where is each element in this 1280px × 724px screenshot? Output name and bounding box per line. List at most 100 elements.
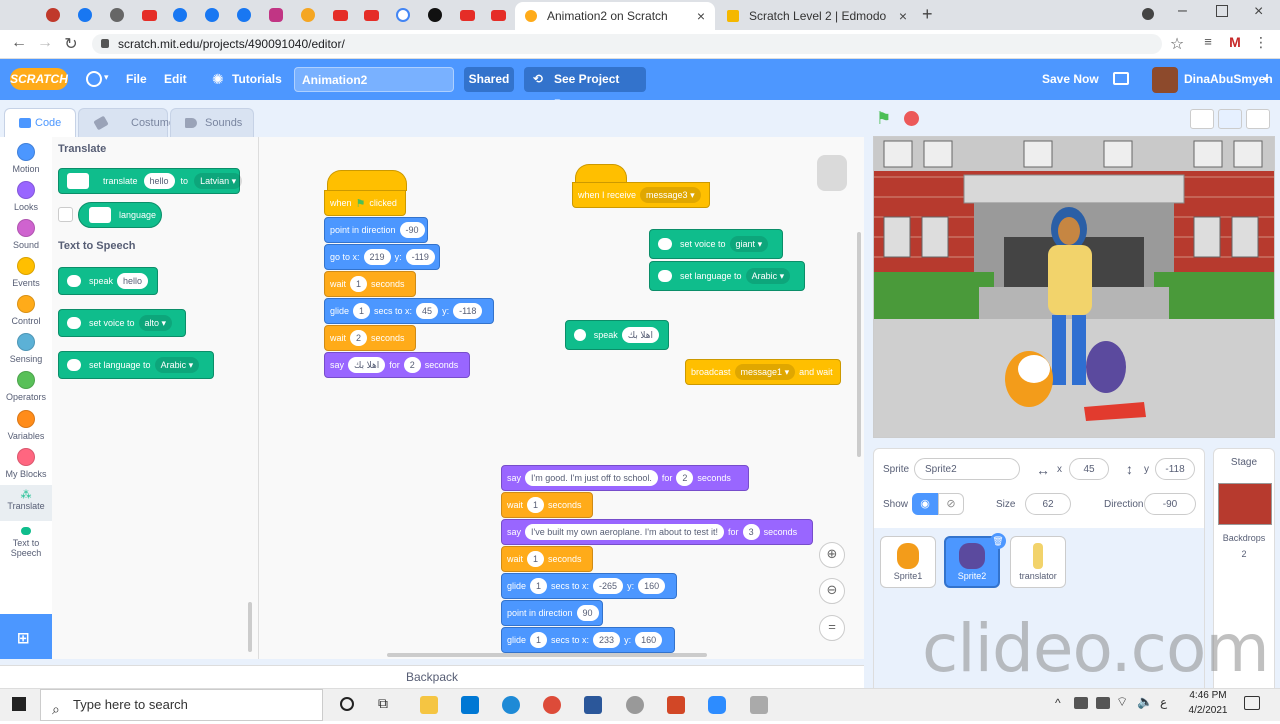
- block-number-input[interactable]: -119: [405, 249, 435, 265]
- block-number-input[interactable]: 233: [593, 632, 621, 648]
- cortana-icon[interactable]: [340, 697, 354, 711]
- menu-file[interactable]: File: [126, 59, 147, 100]
- scratch-logo[interactable]: SCRATCH: [10, 68, 68, 90]
- block-text-input[interactable]: اهلا بك: [348, 357, 386, 373]
- pinned-tab[interactable]: [42, 5, 64, 25]
- when-i-receive-block[interactable]: when I receive message3 ▾: [572, 182, 710, 208]
- category-variables[interactable]: Variables: [0, 410, 52, 441]
- workspace-vertical-scrollbar[interactable]: [857, 232, 861, 457]
- block-dropdown[interactable]: Arabic ▾: [745, 268, 791, 284]
- category-sensing[interactable]: Sensing: [0, 333, 52, 364]
- pinned-tab[interactable]: [424, 5, 446, 25]
- task-view-icon[interactable]: ⧉: [378, 695, 388, 712]
- category-control[interactable]: Control: [0, 295, 52, 326]
- paint-icon[interactable]: [750, 696, 768, 714]
- glide-block[interactable]: glide 1 secs to x: 45 y: -118: [324, 298, 494, 324]
- taskbar-search-input[interactable]: ⌕ Type here to search: [40, 689, 323, 721]
- block-number-input[interactable]: 1: [530, 578, 548, 594]
- back-icon[interactable]: ←: [8, 34, 30, 52]
- clock-date[interactable]: 4/2/2021: [1182, 705, 1234, 716]
- tray-app-icon[interactable]: [1074, 697, 1088, 709]
- block-number-input[interactable]: 90: [576, 605, 599, 621]
- block-number-input[interactable]: 3: [742, 524, 760, 540]
- block-text-input[interactable]: I've built my own aeroplane. I'm about t…: [525, 524, 725, 540]
- broadcast-and-wait-block[interactable]: broadcast message1 ▾ and wait: [685, 359, 841, 385]
- say-for-seconds-block[interactable]: say اهلا بك for 2 seconds: [324, 352, 470, 378]
- block-number-input[interactable]: 1: [350, 276, 368, 292]
- pinned-tab[interactable]: [329, 5, 351, 25]
- small-stage-icon[interactable]: [1190, 109, 1214, 129]
- block-number-input[interactable]: 2: [403, 357, 421, 373]
- pinned-tab[interactable]: [456, 5, 478, 25]
- zoom-out-icon[interactable]: ⊖: [819, 578, 845, 604]
- speak-block[interactable]: speak اهلا بك: [565, 320, 669, 350]
- add-extension-button[interactable]: ⊞: [0, 614, 52, 659]
- pinned-tab[interactable]: [106, 5, 128, 25]
- tab-edmodo[interactable]: Scratch Level 2 | Edmodo ×: [717, 2, 917, 30]
- point-in-direction-block[interactable]: point in direction 90: [501, 600, 603, 626]
- block-number-input[interactable]: 45: [416, 303, 439, 319]
- block-number-input[interactable]: -90: [399, 222, 425, 238]
- block-number-input[interactable]: 160: [635, 632, 663, 648]
- set-language-block[interactable]: set language to Arabic ▾: [649, 261, 805, 291]
- block-dropdown[interactable]: message1 ▾: [734, 364, 796, 380]
- avatar[interactable]: [1152, 67, 1178, 93]
- bookmark-star-icon[interactable]: ☆: [1166, 34, 1188, 54]
- block-number-input[interactable]: 219: [363, 249, 391, 265]
- block-number-input[interactable]: 1: [527, 551, 545, 567]
- close-window-icon[interactable]: ×: [1254, 3, 1263, 21]
- category-text-to-speech[interactable]: Text to Speech: [0, 527, 52, 558]
- pinned-tab[interactable]: [360, 5, 382, 25]
- pinned-tab[interactable]: [392, 5, 414, 25]
- x-position-input[interactable]: 45: [1069, 458, 1109, 480]
- reload-icon[interactable]: ↻: [60, 34, 82, 54]
- block-number-input[interactable]: -118: [453, 303, 483, 319]
- tab-search-icon[interactable]: [1142, 8, 1154, 20]
- block-text-input[interactable]: hello: [143, 173, 175, 189]
- point-in-direction-block[interactable]: point in direction -90: [324, 217, 428, 243]
- new-tab-icon[interactable]: +: [922, 4, 933, 25]
- pinned-tab[interactable]: [297, 5, 319, 25]
- forward-icon[interactable]: →: [34, 34, 56, 52]
- chevron-down-icon[interactable]: ▾: [1263, 59, 1268, 100]
- language-reporter-block[interactable]: language: [78, 202, 162, 228]
- close-tab-icon[interactable]: ×: [697, 8, 705, 24]
- wait-block[interactable]: wait 1 seconds: [501, 492, 593, 518]
- pinned-tab[interactable]: [265, 5, 287, 25]
- category-my-blocks[interactable]: My Blocks: [0, 448, 52, 479]
- maximize-icon[interactable]: [1216, 5, 1228, 17]
- category-motion[interactable]: Motion: [0, 143, 52, 174]
- glide-block[interactable]: glide 1 secs to x: 233 y: 160: [501, 627, 675, 653]
- see-project-page-button[interactable]: ⟲ See Project Page: [524, 67, 646, 111]
- block-text-input[interactable]: اهلا بك: [621, 327, 659, 343]
- extension-icon[interactable]: M: [1224, 34, 1246, 50]
- stop-icon[interactable]: [904, 111, 919, 126]
- sprite-card-sprite1[interactable]: Sprite1: [880, 536, 936, 588]
- block-dropdown[interactable]: message3 ▾: [640, 187, 701, 203]
- category-events[interactable]: Events: [0, 257, 52, 288]
- url-field[interactable]: scratch.mit.edu/projects/490091040/edito…: [92, 34, 1162, 54]
- block-number-input[interactable]: 1: [530, 632, 548, 648]
- y-position-input[interactable]: -118: [1155, 458, 1195, 480]
- word-icon[interactable]: [584, 696, 602, 714]
- shared-button[interactable]: Shared: [464, 67, 514, 92]
- powerpoint-icon[interactable]: [667, 696, 685, 714]
- block-number-input[interactable]: 1: [527, 497, 545, 513]
- mail-icon[interactable]: [461, 696, 479, 714]
- say-for-seconds-block[interactable]: say I've built my own aeroplane. I'm abo…: [501, 519, 813, 545]
- backpack-bar[interactable]: Backpack: [0, 665, 864, 689]
- size-input[interactable]: 62: [1025, 493, 1071, 515]
- wait-block[interactable]: wait 1 seconds: [501, 546, 593, 572]
- palette-scrollbar[interactable]: [248, 602, 252, 652]
- block-text-input[interactable]: I'm good. I'm just off to school.: [525, 470, 658, 486]
- when-flag-clicked-block[interactable]: when ⚑ clicked: [324, 190, 406, 216]
- username[interactable]: DinaAbuSmyeh: [1184, 59, 1273, 100]
- sprite-card-translator[interactable]: translator: [1010, 536, 1066, 588]
- set-voice-block[interactable]: set voice to giant ▾: [649, 229, 783, 259]
- category-operators[interactable]: Operators: [0, 371, 52, 402]
- stage-canvas[interactable]: [873, 136, 1275, 438]
- delete-sprite-icon[interactable]: 🗑: [990, 533, 1006, 549]
- green-flag-icon[interactable]: ⚑: [876, 109, 891, 129]
- category-translate[interactable]: ⁂ Translate: [0, 485, 52, 521]
- language-reporter-checkbox[interactable]: [58, 207, 73, 222]
